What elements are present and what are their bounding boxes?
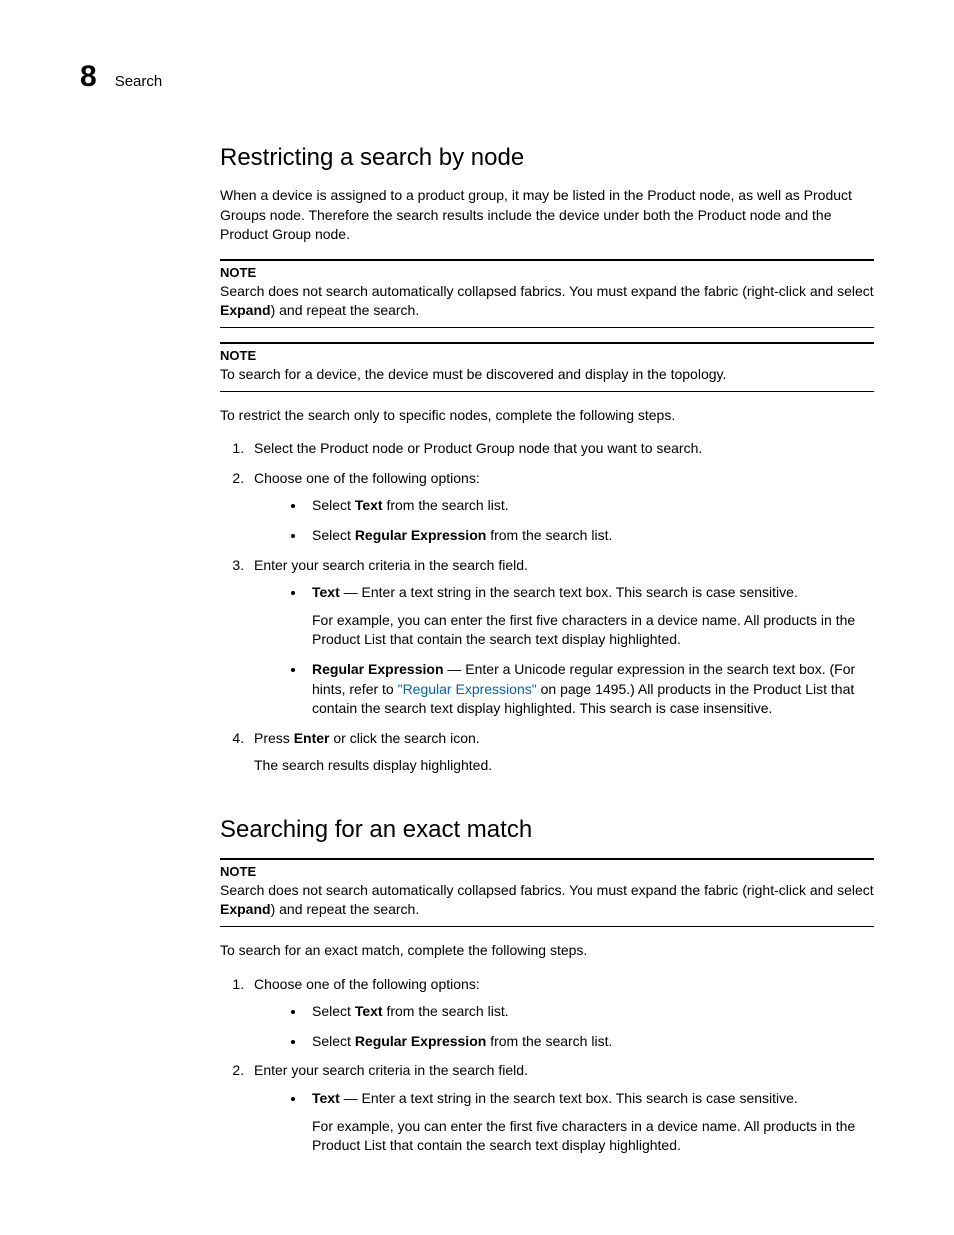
step: Select the Product node or Product Group…	[248, 439, 874, 459]
link-regular-expressions[interactable]: "Regular Expressions"	[398, 681, 537, 697]
text: ) and repeat the search.	[271, 901, 420, 917]
step: Choose one of the following options: Sel…	[248, 469, 874, 546]
text: Search does not search automatically col…	[220, 882, 874, 898]
intro-paragraph: When a device is assigned to a product g…	[220, 186, 874, 245]
text: Search does not search automatically col…	[220, 283, 874, 299]
note-block: NOTE To search for a device, the device …	[220, 342, 874, 392]
bold-text: Text	[312, 584, 340, 600]
chapter-number: 8	[80, 60, 97, 94]
text: Select	[312, 497, 355, 513]
steps-list: Choose one of the following options: Sel…	[220, 975, 874, 1156]
bold-expand: Expand	[220, 901, 271, 917]
bullet-item: Regular Expression — Enter a Unicode reg…	[306, 660, 874, 719]
bold-text: Text	[312, 1090, 340, 1106]
text: from the search list.	[383, 497, 509, 513]
note-text: To search for a device, the device must …	[220, 365, 874, 385]
step-text: Enter your search criteria in the search…	[254, 557, 528, 573]
lead-paragraph: To search for an exact match, complete t…	[220, 941, 874, 961]
bullet-item: Select Regular Expression from the searc…	[306, 1032, 874, 1052]
bullet-list: Text — Enter a text string in the search…	[254, 1089, 874, 1156]
bullet-item: Select Regular Expression from the searc…	[306, 526, 874, 546]
bold-text: Text	[355, 497, 383, 513]
bullet-item: Select Text from the search list.	[306, 496, 874, 516]
step: Choose one of the following options: Sel…	[248, 975, 874, 1052]
text: or click the search icon.	[329, 730, 479, 746]
sub-paragraph: For example, you can enter the first fiv…	[312, 611, 874, 650]
bullet-item: Select Text from the search list.	[306, 1002, 874, 1022]
bold-text: Text	[355, 1003, 383, 1019]
bold-regex: Regular Expression	[312, 661, 444, 677]
bullet-list: Select Text from the search list. Select…	[254, 496, 874, 545]
section-heading-restricting: Restricting a search by node	[220, 144, 874, 172]
note-text: Search does not search automatically col…	[220, 282, 874, 321]
note-text: Search does not search automatically col…	[220, 881, 874, 920]
bold-regex: Regular Expression	[355, 1033, 487, 1049]
bullet-list: Select Text from the search list. Select…	[254, 1002, 874, 1051]
section-heading-exact-match: Searching for an exact match	[220, 816, 874, 844]
page-header: 8 Search	[80, 60, 874, 94]
note-label: NOTE	[220, 864, 874, 879]
sub-paragraph: The search results display highlighted.	[254, 756, 874, 776]
text: — Enter a text string in the search text…	[340, 584, 798, 600]
bold-enter: Enter	[294, 730, 330, 746]
text: from the search list.	[383, 1003, 509, 1019]
bullet-item: Text — Enter a text string in the search…	[306, 583, 874, 650]
note-block: NOTE Search does not search automaticall…	[220, 259, 874, 328]
sub-paragraph: For example, you can enter the first fiv…	[312, 1117, 874, 1156]
step-text: Select the Product node or Product Group…	[254, 440, 702, 456]
note-block: NOTE Search does not search automaticall…	[220, 858, 874, 927]
steps-list: Select the Product node or Product Group…	[220, 439, 874, 776]
bold-regex: Regular Expression	[355, 527, 487, 543]
text: Press	[254, 730, 294, 746]
bullet-item: Text — Enter a text string in the search…	[306, 1089, 874, 1156]
content: Restricting a search by node When a devi…	[220, 144, 874, 1156]
bullet-list: Text — Enter a text string in the search…	[254, 583, 874, 719]
step-text: Choose one of the following options:	[254, 976, 480, 992]
step-text: Enter your search criteria in the search…	[254, 1062, 528, 1078]
lead-paragraph: To restrict the search only to specific …	[220, 406, 874, 426]
chapter-name: Search	[115, 73, 163, 90]
text: from the search list.	[486, 527, 612, 543]
page: 8 Search Restricting a search by node Wh…	[0, 0, 954, 1230]
step: Enter your search criteria in the search…	[248, 556, 874, 719]
note-label: NOTE	[220, 265, 874, 280]
text: Select	[312, 527, 355, 543]
text: — Enter a text string in the search text…	[340, 1090, 798, 1106]
note-label: NOTE	[220, 348, 874, 363]
step: Enter your search criteria in the search…	[248, 1061, 874, 1155]
step: Press Enter or click the search icon. Th…	[248, 729, 874, 776]
text: ) and repeat the search.	[271, 302, 420, 318]
bold-expand: Expand	[220, 302, 271, 318]
text: Select	[312, 1033, 355, 1049]
text: from the search list.	[486, 1033, 612, 1049]
step-text: Choose one of the following options:	[254, 470, 480, 486]
text: Select	[312, 1003, 355, 1019]
